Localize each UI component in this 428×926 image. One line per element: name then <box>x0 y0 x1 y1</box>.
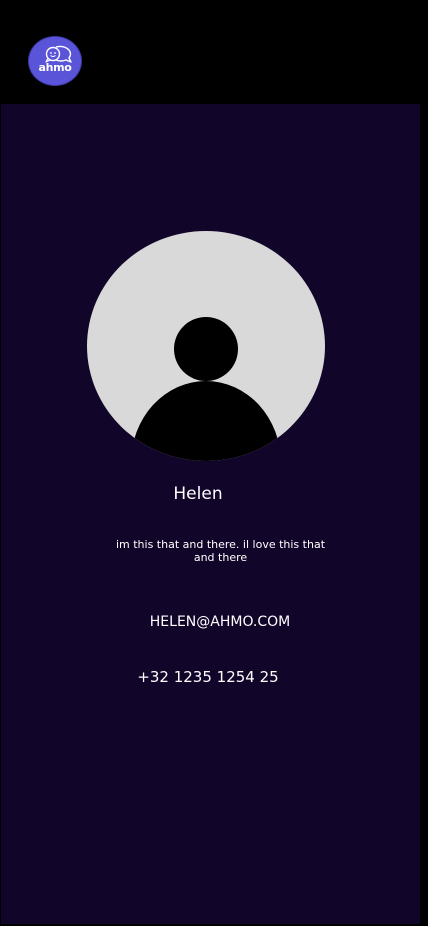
profile-email[interactable]: HELEN@AHMO.COM <box>0 614 428 631</box>
edge-strip <box>420 0 428 926</box>
profile-avatar <box>87 231 325 461</box>
profile-name: Helen <box>173 484 223 504</box>
logo-wordmark: ahmo <box>38 61 72 74</box>
app-logo[interactable]: ahmo <box>28 36 82 86</box>
profile-phone[interactable]: +32 1235 1254 25 <box>0 668 416 686</box>
top-bar: ahmo <box>0 0 420 104</box>
profile-screen: ahmo Helen im this that and there. il lo… <box>0 0 428 926</box>
default-user-avatar <box>87 231 325 461</box>
profile-bio: im this that and there. il love this tha… <box>115 538 326 564</box>
profile-content <box>1 104 420 924</box>
